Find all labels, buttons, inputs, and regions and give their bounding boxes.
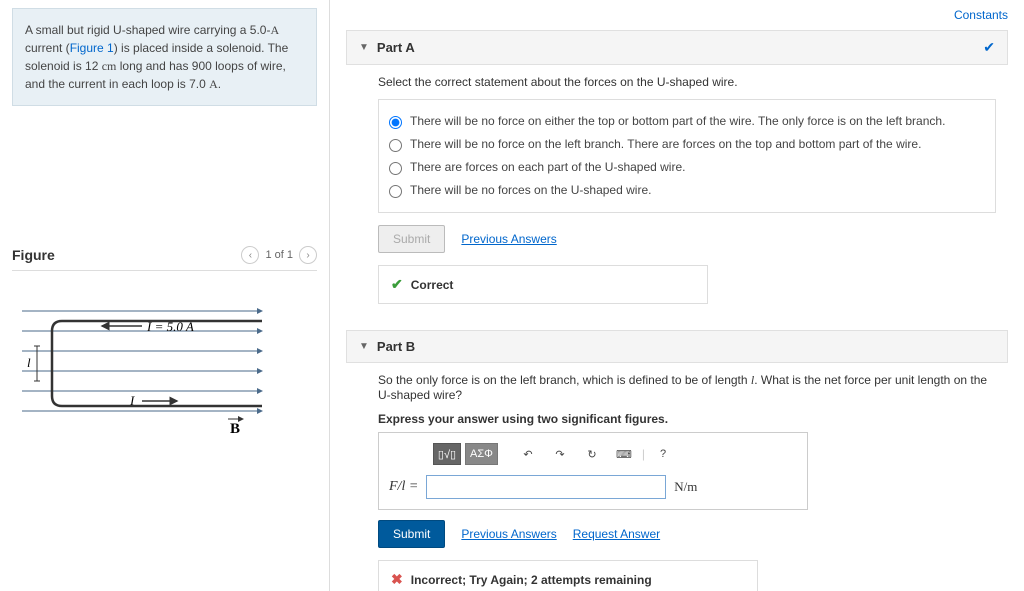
reset-button[interactable]: ↻ (578, 443, 606, 465)
part-b-instruction: So the only force is on the left branch,… (378, 373, 996, 402)
option-4[interactable]: There will be no forces on the U-shaped … (389, 179, 985, 202)
redo-button[interactable]: ↷ (546, 443, 574, 465)
answer-box: ▯√▯ ΑΣΦ ↶ ↷ ↻ ⌨ | ? F/l = N/m (378, 432, 808, 510)
radio-1[interactable] (389, 116, 402, 129)
part-a-submit-button: Submit (378, 225, 445, 253)
collapse-icon: ▼ (359, 341, 369, 352)
correct-icon: ✔ (391, 276, 403, 293)
answer-toolbar: ▯√▯ ΑΣΦ ↶ ↷ ↻ ⌨ | ? (389, 443, 797, 465)
options-box: There will be no force on either the top… (378, 99, 996, 213)
template-button[interactable]: ▯√▯ (433, 443, 461, 465)
radio-3[interactable] (389, 162, 402, 175)
svg-text:l: l (27, 355, 31, 370)
option-1[interactable]: There will be no force on either the top… (389, 110, 985, 133)
express-instruction: Express your answer using two significan… (378, 412, 996, 426)
radio-2[interactable] (389, 139, 402, 152)
figure-link[interactable]: Figure 1 (70, 41, 114, 55)
svg-text:I: I (129, 393, 135, 408)
answer-input[interactable] (426, 475, 666, 499)
figure-counter: 1 of 1 (265, 249, 293, 261)
option-2[interactable]: There will be no force on the left branc… (389, 133, 985, 156)
figure-section: Figure ‹ 1 of 1 › (12, 246, 317, 441)
svg-text:B: B (230, 421, 240, 437)
figure-next-button[interactable]: › (299, 246, 317, 264)
part-a-previous-answers-link[interactable]: Previous Answers (461, 232, 556, 246)
figure-nav: ‹ 1 of 1 › (241, 246, 317, 264)
part-a-title: Part A (377, 40, 415, 55)
symbols-button[interactable]: ΑΣΦ (465, 443, 498, 465)
figure-image: I = 5.0 A l I B (12, 291, 272, 441)
variable-label: F/l = (389, 479, 418, 495)
part-b-body: So the only force is on the left branch,… (346, 373, 1008, 591)
part-a-body: Select the correct statement about the f… (346, 75, 1008, 330)
request-answer-link[interactable]: Request Answer (573, 527, 660, 541)
radio-4[interactable] (389, 185, 402, 198)
help-button[interactable]: ? (649, 443, 677, 465)
unit-label: N/m (674, 479, 697, 495)
figure-i-label: I = 5.0 A (146, 319, 194, 334)
incorrect-icon: ✖ (391, 571, 403, 588)
figure-title: Figure (12, 247, 55, 263)
part-b-title: Part B (377, 339, 415, 354)
figure-prev-button[interactable]: ‹ (241, 246, 259, 264)
check-icon: ✔ (983, 39, 995, 56)
part-b-header[interactable]: ▼ Part B (346, 330, 1008, 363)
undo-button[interactable]: ↶ (514, 443, 542, 465)
part-a-instruction: Select the correct statement about the f… (378, 75, 996, 89)
part-a-feedback: ✔ Correct (378, 265, 708, 304)
part-b-feedback: ✖ Incorrect; Try Again; 2 attempts remai… (378, 560, 758, 591)
right-panel: Constants ▼ Part A ✔ Select the correct … (330, 0, 1024, 591)
part-b-previous-answers-link[interactable]: Previous Answers (461, 527, 556, 541)
keyboard-button[interactable]: ⌨ (610, 443, 638, 465)
part-b-submit-button[interactable]: Submit (378, 520, 445, 548)
problem-statement: A small but rigid U-shaped wire carrying… (12, 8, 317, 106)
option-3[interactable]: There are forces on each part of the U-s… (389, 156, 985, 179)
constants-link[interactable]: Constants (954, 8, 1008, 22)
part-a-header[interactable]: ▼ Part A ✔ (346, 30, 1008, 65)
left-panel: A small but rigid U-shaped wire carrying… (0, 0, 330, 591)
collapse-icon: ▼ (359, 42, 369, 53)
